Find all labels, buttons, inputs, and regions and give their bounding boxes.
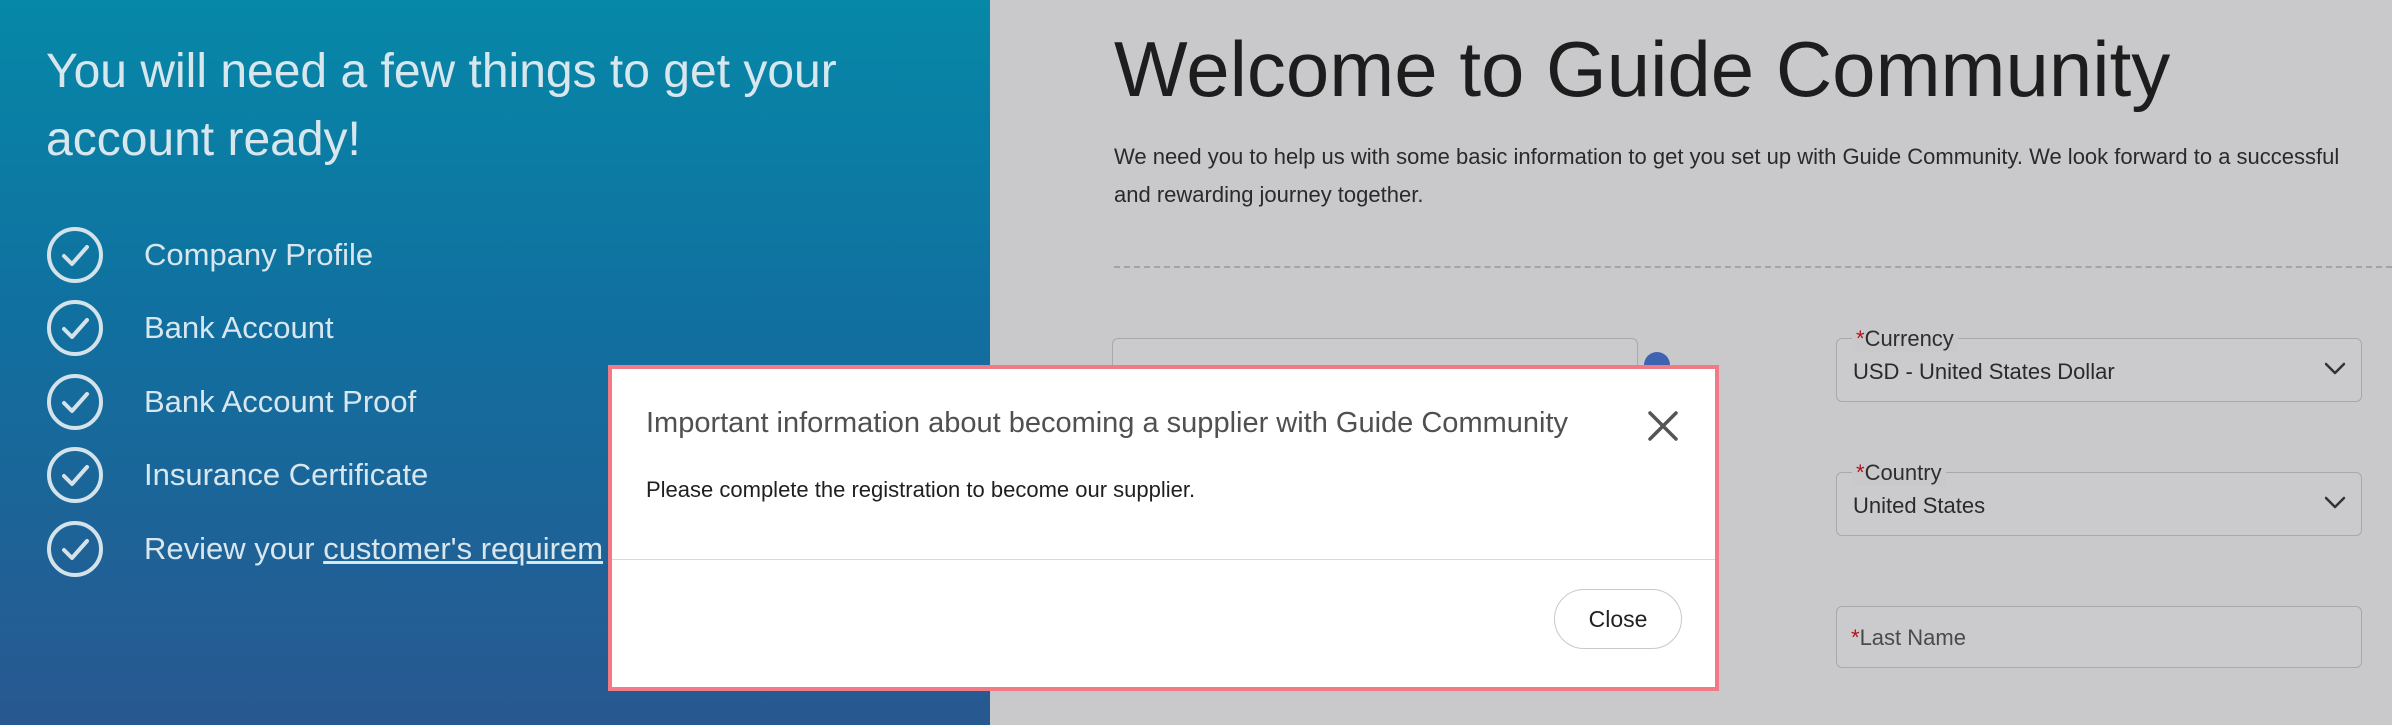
checklist-item-label: Insurance Certificate: [144, 457, 429, 493]
page-title: Welcome to Guide Community: [1114, 25, 2171, 113]
check-circle-icon: [47, 447, 103, 504]
country-value: United States: [1853, 493, 1986, 518]
checklist-item-customer-requirements: Review your customer's requirem: [46, 512, 603, 586]
requirements-checklist: Company Profile Bank Account Bank Accoun…: [46, 218, 603, 586]
check-circle-icon: [47, 373, 103, 430]
checklist-heading: You will need a few things to get your a…: [46, 45, 837, 166]
last-name-label-text: Last Name: [1859, 625, 1966, 650]
country-label: *Country: [1852, 460, 1946, 486]
checklist-item-company-profile: Company Profile: [46, 218, 603, 292]
currency-label-text: Currency: [1864, 326, 1954, 351]
supplier-info-modal: Important information about becoming a s…: [608, 365, 1719, 691]
checklist-item-label: Bank Account: [144, 310, 334, 346]
last-name-placeholder: *Last Name: [1851, 625, 1966, 651]
checklist-item-bank-account: Bank Account: [46, 292, 603, 366]
required-marker: *: [1856, 460, 1865, 485]
required-marker: *: [1851, 625, 1860, 650]
modal-footer-divider: [612, 559, 1715, 560]
currency-label: *Currency: [1852, 326, 1958, 352]
close-button[interactable]: Close: [1554, 589, 1682, 649]
close-icon[interactable]: [1644, 407, 1682, 445]
checklist-item-insurance-certificate: Insurance Certificate: [46, 439, 603, 513]
chevron-down-icon: [2324, 362, 2346, 375]
currency-value: USD - United States Dollar: [1853, 359, 2115, 384]
intro-text: We need you to help us with some basic i…: [1114, 144, 2340, 207]
checklist-item-label: Review your customer's requirem: [144, 531, 603, 567]
country-label-text: Country: [1864, 460, 1942, 485]
chevron-down-icon: [2324, 496, 2346, 509]
check-circle-icon: [47, 300, 103, 357]
section-divider: [1114, 266, 2392, 268]
check-circle-icon: [47, 226, 103, 283]
modal-title: Important information about becoming a s…: [646, 407, 1569, 439]
checklist-item-prefix: Review your: [144, 530, 324, 566]
checklist-item-label: Company Profile: [144, 236, 374, 272]
checklist-item-bank-account-proof: Bank Account Proof: [46, 365, 603, 439]
customer-requirements-link[interactable]: customer's requirem: [323, 531, 603, 566]
check-circle-icon: [47, 520, 103, 577]
modal-message: Please complete the registration to beco…: [646, 477, 1196, 502]
checklist-item-label: Bank Account Proof: [144, 383, 417, 419]
last-name-input[interactable]: *Last Name: [1836, 606, 2362, 668]
required-marker: *: [1856, 326, 1865, 351]
